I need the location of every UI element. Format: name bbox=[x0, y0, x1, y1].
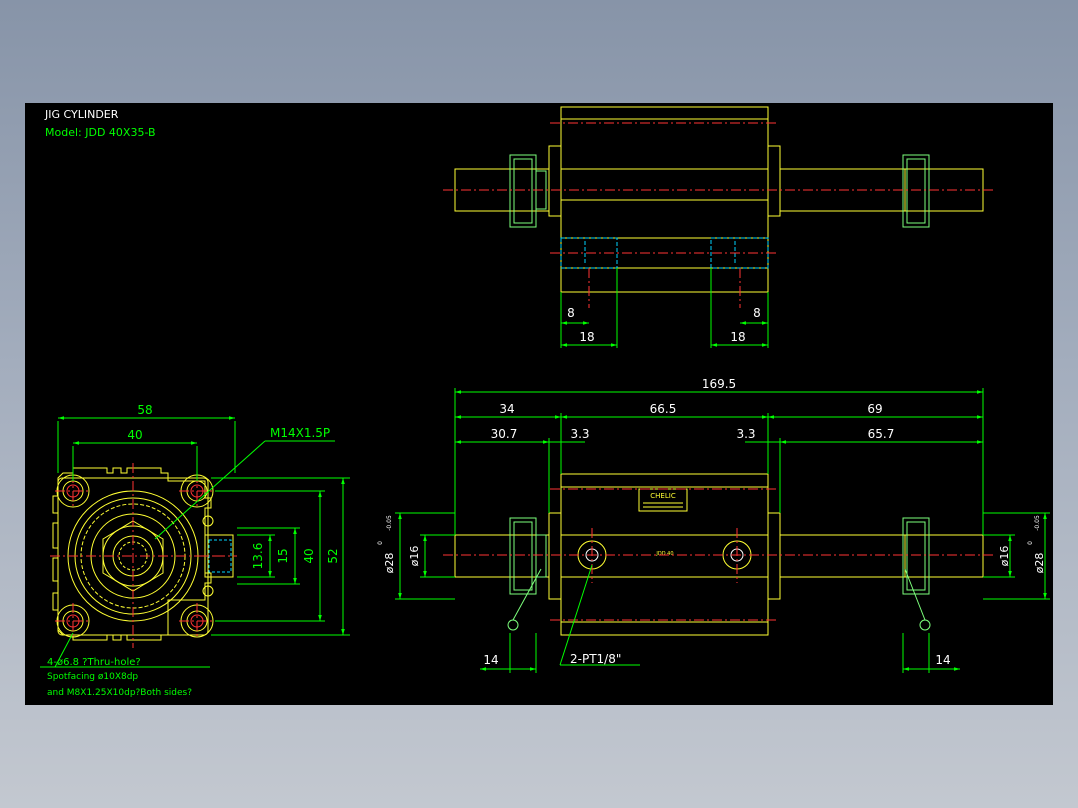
top-dimension-text: 8 8 18 18 bbox=[567, 306, 761, 344]
dim-30-7: 30.7 bbox=[491, 427, 518, 441]
dim-15: 15 bbox=[276, 548, 290, 563]
note-thru-hole: 4-ø6.8 ?Thru-hole? bbox=[47, 657, 141, 668]
dim-right-3-3: 3.3 bbox=[736, 427, 755, 441]
dim-top-right-8: 8 bbox=[753, 306, 761, 320]
front-centerlines bbox=[50, 463, 217, 648]
dim-left-dia16: ø16 bbox=[408, 546, 421, 567]
dim-right-14: 14 bbox=[935, 653, 950, 667]
dim-left-14: 14 bbox=[483, 653, 498, 667]
front-side-port bbox=[201, 534, 237, 578]
model-label: Model: JDD 40X35-B bbox=[45, 126, 156, 139]
dim-top-left-18: 18 bbox=[579, 330, 594, 344]
dim-left-3-3: 3.3 bbox=[570, 427, 589, 441]
tol-right-bottom: -0.05 bbox=[1034, 515, 1041, 531]
top-body bbox=[454, 106, 984, 293]
tol-left-bottom: -0.05 bbox=[386, 515, 393, 531]
dim-40: 40 bbox=[127, 428, 142, 442]
side-view[interactable]: CHELIC JDD 40 169.5 34 66.5 69 30.7 3.3 … bbox=[377, 377, 1050, 673]
top-centerlines bbox=[443, 122, 993, 308]
dim-left-dia28: ø28 bbox=[383, 553, 396, 574]
tol-right-top: 0 bbox=[1027, 541, 1034, 545]
front-view[interactable]: 58 40 13.6 15 40 52 M14X1.5P 4-ø6.8 ?Thr… bbox=[40, 403, 350, 698]
top-view[interactable]: 8 8 18 18 bbox=[443, 106, 993, 348]
note-tapped: and M8X1.25X10dp?Both sides? bbox=[47, 688, 192, 698]
dim-top-right-18: 18 bbox=[730, 330, 745, 344]
side-dimension-text: 169.5 34 66.5 69 30.7 3.3 3.3 65.7 ø16 ø… bbox=[377, 377, 1046, 667]
title-block: JIG CYLINDER Model: JDD 40X35-B bbox=[44, 108, 156, 139]
dim-top-left-8: 8 bbox=[567, 306, 575, 320]
dim-right-dia28: ø28 bbox=[1033, 553, 1046, 574]
dim-40-vertical: 40 bbox=[302, 548, 316, 563]
dim-13-6: 13.6 bbox=[251, 543, 265, 570]
dim-69: 69 bbox=[867, 402, 882, 416]
dim-right-dia16: ø16 bbox=[998, 546, 1011, 567]
side-centerlines bbox=[443, 488, 993, 621]
tol-left-top: 0 bbox=[377, 541, 384, 545]
drawing-title: JIG CYLINDER bbox=[44, 108, 119, 121]
dim-58: 58 bbox=[137, 403, 152, 417]
cad-viewport[interactable]: JIG CYLINDER Model: JDD 40X35-B 58 40 13… bbox=[25, 103, 1053, 705]
nameplate-label: CHELIC bbox=[650, 492, 676, 500]
dim-34: 34 bbox=[499, 402, 514, 416]
body-marking: JDD 40 bbox=[655, 551, 673, 557]
thread-label: M14X1.5P bbox=[270, 426, 330, 440]
dim-65-7: 65.7 bbox=[868, 427, 895, 441]
dim-169-5: 169.5 bbox=[702, 377, 736, 391]
side-nameplate: CHELIC JDD 40 bbox=[638, 488, 688, 557]
note-spotfacing: Spotfacing ø10X8dp bbox=[47, 672, 138, 682]
dim-66-5: 66.5 bbox=[650, 402, 677, 416]
dim-52: 52 bbox=[326, 548, 340, 563]
drawing-canvas[interactable]: JIG CYLINDER Model: JDD 40X35-B 58 40 13… bbox=[25, 103, 1053, 705]
port-label: 2-PT1/8" bbox=[570, 652, 621, 666]
top-nuts bbox=[509, 154, 930, 228]
